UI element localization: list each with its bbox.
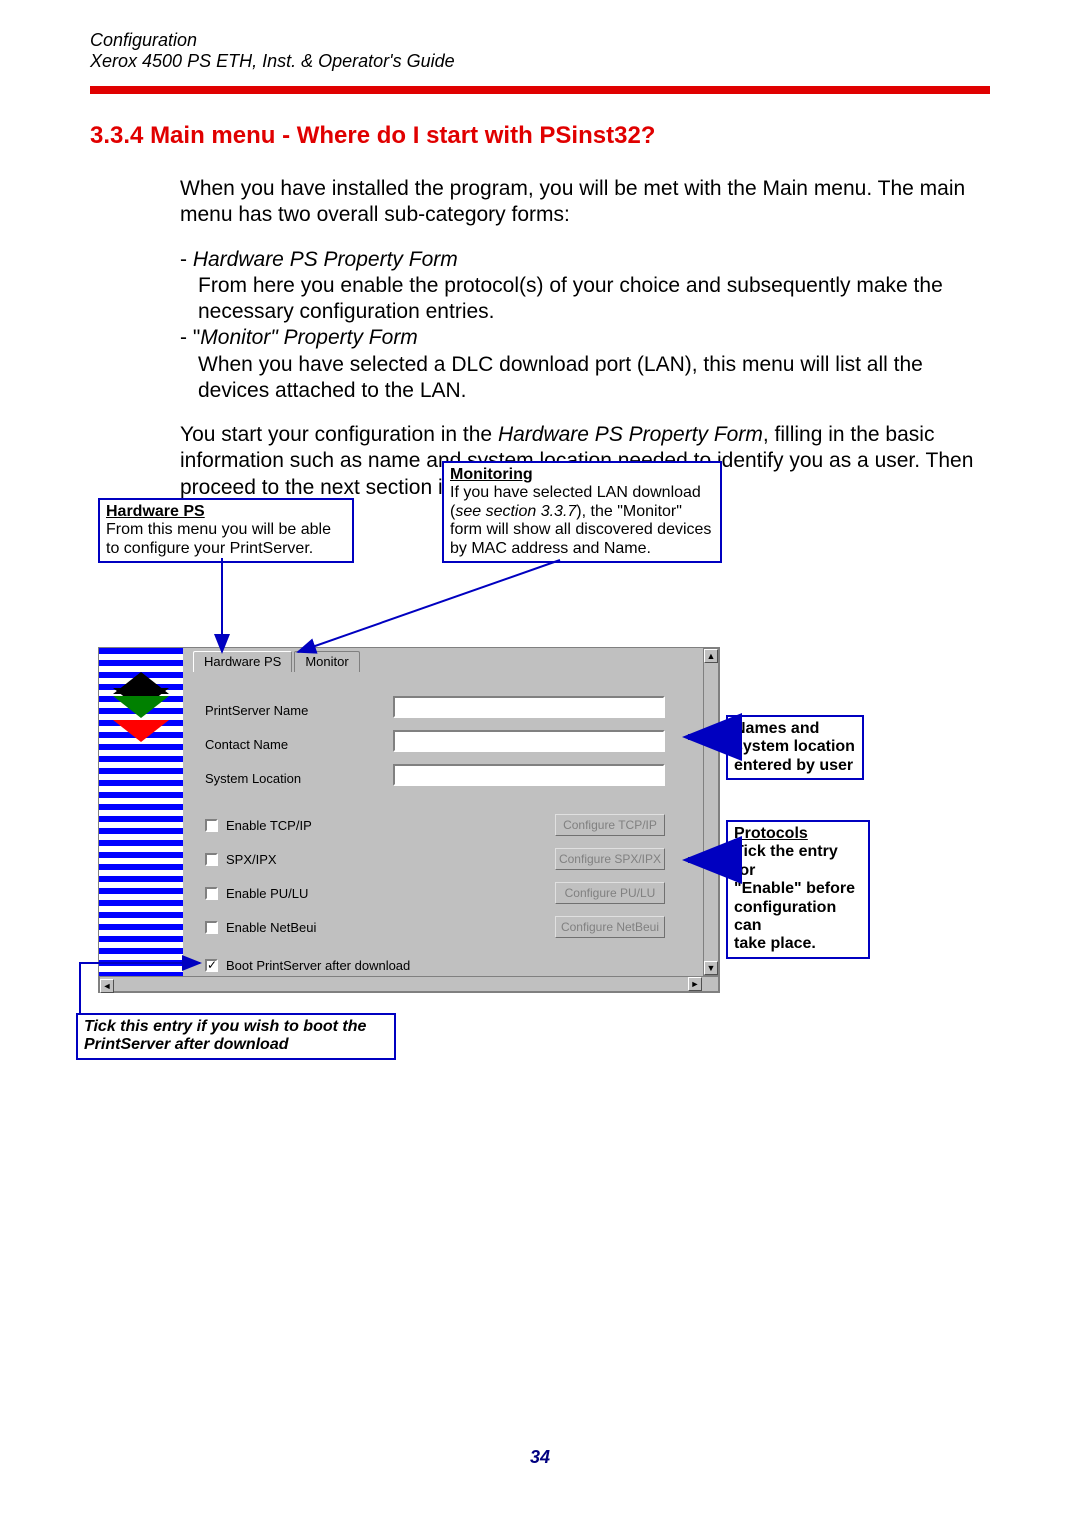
callout-line: Names and [734, 720, 819, 737]
paragraph-intro: When you have installed the program, you… [180, 176, 980, 229]
button-configure-tcpip[interactable]: Configure TCP/IP [555, 814, 665, 836]
checkbox-label: SPX/IPX [226, 852, 277, 867]
header-line2: Xerox 4500 PS ETH, Inst. & Operator's Gu… [90, 51, 990, 72]
section-title-text: Main menu - Where do I start with PSinst… [150, 122, 655, 149]
triangle-icon [113, 696, 169, 718]
callout-names: Names and system location entered by use… [726, 715, 864, 780]
page-number: 34 [0, 1447, 1080, 1468]
label-system-location: System Location [205, 771, 301, 786]
section-heading: 3.3.4 Main menu - Where do I start with … [90, 122, 990, 150]
scroll-right-icon[interactable]: ► [688, 977, 702, 991]
vertical-scrollbar[interactable]: ▲ ▼ [703, 648, 719, 976]
checkbox-enable-netbeui[interactable]: Enable NetBeui [205, 920, 316, 935]
checkbox-enable-pulu[interactable]: Enable PU/LU [205, 886, 308, 901]
tab-hardware-ps[interactable]: Hardware PS [193, 651, 292, 672]
para2b: Hardware PS Property Form [498, 423, 763, 446]
callout-hardware-ps: Hardware PS From this menu you will be a… [98, 498, 354, 563]
callout-line: PrintServer after download [84, 1036, 289, 1053]
scroll-down-icon[interactable]: ▼ [704, 961, 718, 975]
callout-title: Hardware PS [106, 503, 205, 520]
callout-line: take place. [734, 935, 816, 952]
tab-monitor[interactable]: Monitor [294, 651, 359, 672]
bullet-body: From here you enable the protocol(s) of … [180, 273, 980, 326]
window-sidebar-graphic [99, 648, 183, 992]
scroll-up-icon[interactable]: ▲ [704, 649, 718, 663]
callout-body: If you have selected LAN download (see s… [450, 484, 711, 556]
callout-line: configuration can [734, 899, 836, 934]
input-contact-name[interactable] [393, 730, 665, 752]
callout-protocols: Protocols Tick the entry for "Enable" be… [726, 820, 870, 959]
callout-line: entered by user [734, 757, 853, 774]
checkbox-label: Boot PrintServer after download [226, 958, 410, 973]
callout-line: Tick this entry if you wish to boot the [84, 1018, 366, 1035]
input-printserver-name[interactable] [393, 696, 665, 718]
checkbox-label: Enable NetBeui [226, 920, 316, 935]
bullet-dash: - [180, 248, 193, 271]
triangle-icon [113, 672, 169, 694]
button-configure-netbeui[interactable]: Configure NetBeui [555, 916, 665, 938]
callout-title: Protocols [734, 825, 808, 842]
checkbox-icon[interactable] [205, 921, 218, 934]
callout-boot: Tick this entry if you wish to boot the … [76, 1013, 396, 1060]
label-contact-name: Contact Name [205, 737, 288, 752]
checkbox-label: Enable TCP/IP [226, 818, 312, 833]
label-printserver-name: PrintServer Name [205, 703, 308, 718]
callout-title: Monitoring [450, 466, 533, 483]
callout-monitoring: Monitoring If you have selected LAN down… [442, 461, 722, 563]
button-configure-spxipx[interactable]: Configure SPX/IPX [555, 848, 665, 870]
callout-line: "Enable" before [734, 880, 855, 897]
checkbox-enable-tcpip[interactable]: Enable TCP/IP [205, 818, 312, 833]
checkbox-boot-after-download[interactable]: ✓ Boot PrintServer after download [205, 958, 410, 973]
horizontal-scrollbar[interactable]: ◄ ► [99, 976, 719, 992]
checkbox-icon[interactable]: ✓ [205, 959, 218, 972]
separator-bar [90, 86, 990, 94]
callout-body: From this menu you will be able to confi… [106, 521, 331, 556]
bullet-name: Hardware PS Property Form [193, 248, 458, 271]
checkbox-spxipx[interactable]: SPX/IPX [205, 852, 277, 867]
bullet-hardware: - Hardware PS Property Form From here yo… [180, 247, 980, 326]
bullet-name: Monitor" Property Form [200, 326, 418, 349]
checkbox-icon[interactable] [205, 887, 218, 900]
triangle-icon [113, 720, 169, 742]
bullet-dash: - " [180, 326, 200, 349]
button-configure-pulu[interactable]: Configure PU/LU [555, 882, 665, 904]
checkbox-icon[interactable] [205, 853, 218, 866]
checkbox-label: Enable PU/LU [226, 886, 308, 901]
header-line1: Configuration [90, 30, 990, 51]
bullet-body: When you have selected a DLC download po… [180, 352, 980, 405]
callout-line: system location [734, 738, 855, 755]
callout-line: Tick the entry for [734, 843, 838, 878]
scroll-left-icon[interactable]: ◄ [100, 979, 114, 993]
para2a: You start your configuration in the [180, 423, 498, 446]
checkbox-icon[interactable] [205, 819, 218, 832]
scroll-corner [704, 977, 718, 991]
input-system-location[interactable] [393, 764, 665, 786]
main-window-screenshot: Hardware PS Monitor PrintServer Name Con… [98, 647, 720, 993]
bullet-monitor: - "Monitor" Property Form When you have … [180, 325, 980, 404]
section-number: 3.3.4 [90, 122, 143, 149]
